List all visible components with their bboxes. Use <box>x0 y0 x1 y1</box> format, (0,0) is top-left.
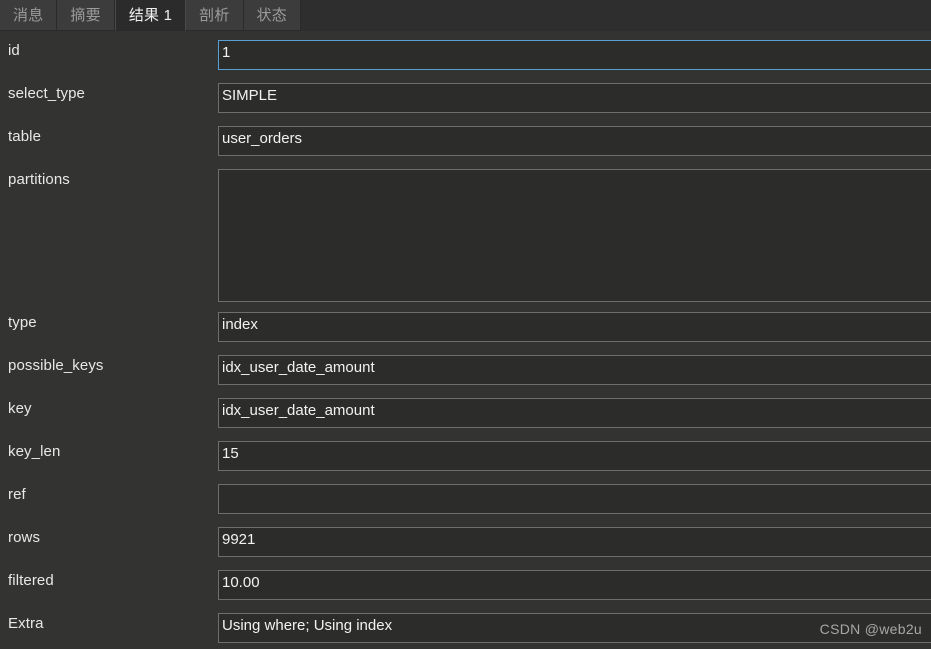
explain-result-panel: 消息摘要结果 1剖析状态 id 1 select_type SIMPLE table us… <box>0 0 931 649</box>
field-label-select-type: select_type <box>8 86 85 101</box>
field-input-type[interactable]: index <box>218 312 931 342</box>
field-input-id[interactable]: 1 <box>218 40 931 70</box>
tab-2[interactable]: 结果 1 <box>115 0 186 31</box>
field-input-rows[interactable]: 9921 <box>218 527 931 557</box>
field-label-id: id <box>8 43 20 58</box>
explain-field-form: id 1 select_type SIMPLE table user_orderspart… <box>0 31 931 649</box>
field-label-ref: ref <box>8 487 26 502</box>
field-input-filtered[interactable]: 10.00 <box>218 570 931 600</box>
field-input-extra[interactable]: Using where; Using index <box>218 613 931 643</box>
field-input-key[interactable]: idx_user_date_amount <box>218 398 931 428</box>
result-tabbar: 消息摘要结果 1剖析状态 <box>0 0 931 31</box>
field-input-possible-keys[interactable]: idx_user_date_amount <box>218 355 931 385</box>
field-input-partitions[interactable] <box>218 169 931 302</box>
tab-4[interactable]: 状态 <box>244 0 301 31</box>
field-input-select-type[interactable]: SIMPLE <box>218 83 931 113</box>
tabbar-filler <box>301 0 931 32</box>
tab-3[interactable]: 剖析 <box>186 0 243 31</box>
field-label-possible-keys: possible_keys <box>8 358 104 373</box>
tab-0[interactable]: 消息 <box>0 0 57 31</box>
field-label-extra: Extra <box>8 616 44 631</box>
field-label-type: type <box>8 315 37 330</box>
tab-1[interactable]: 摘要 <box>57 0 114 31</box>
field-input-key-len[interactable]: 15 <box>218 441 931 471</box>
field-input-ref[interactable] <box>218 484 931 514</box>
field-label-table: table <box>8 129 41 144</box>
field-label-partitions: partitions <box>8 172 70 187</box>
field-input-table[interactable]: user_orders <box>218 126 931 156</box>
field-label-filtered: filtered <box>8 573 54 588</box>
field-label-key: key <box>8 401 32 416</box>
field-label-rows: rows <box>8 530 40 545</box>
field-label-key-len: key_len <box>8 444 60 459</box>
